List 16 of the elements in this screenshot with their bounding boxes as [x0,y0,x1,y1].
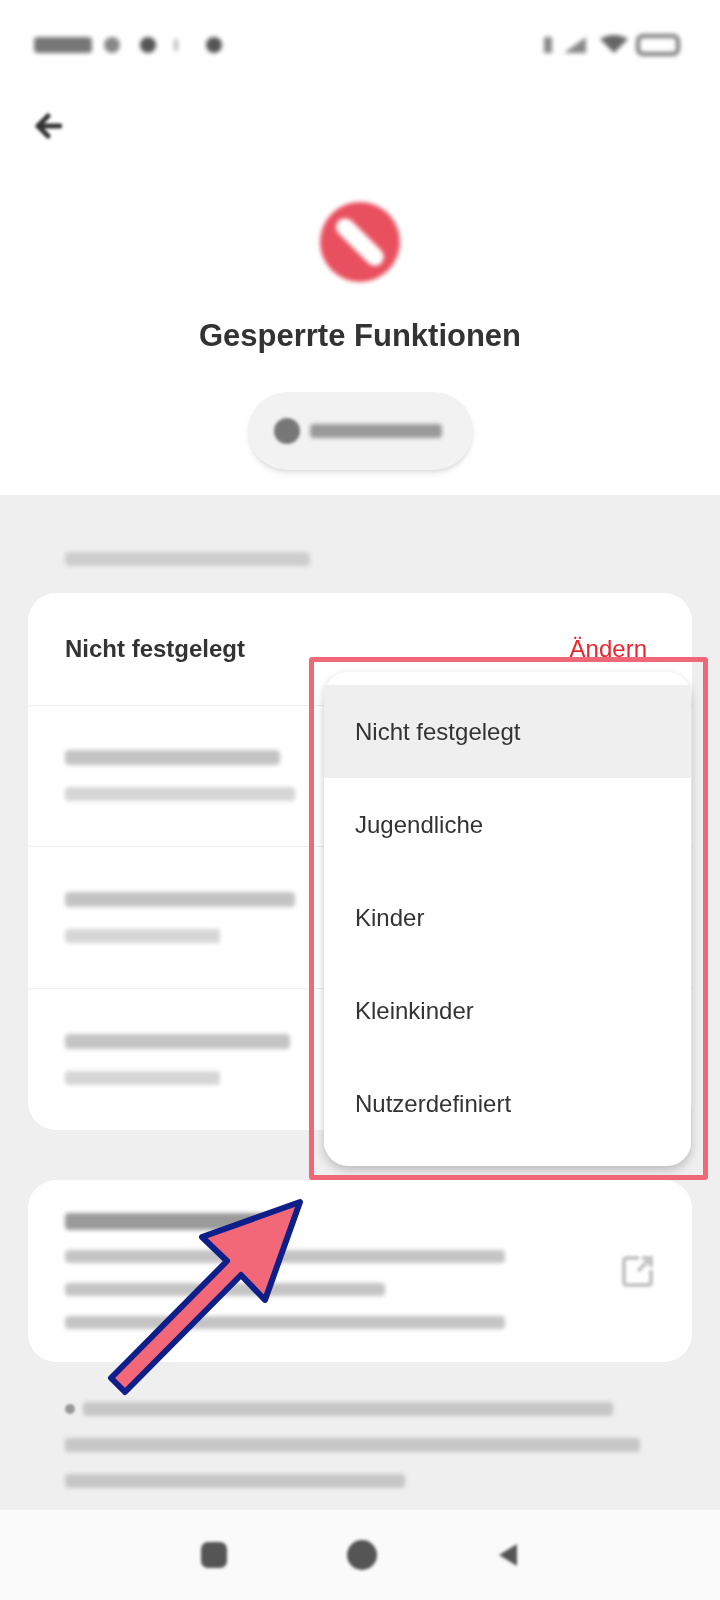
back-icon[interactable] [34,112,62,140]
home-icon[interactable] [347,1540,377,1570]
recent-apps-icon[interactable] [201,1542,227,1568]
menu-item[interactable]: Nicht festgelegt [324,685,691,778]
menu-item[interactable]: Kleinkinder [324,964,691,1057]
category-value: Nicht festgelegt [65,633,246,664]
page-title: Gesperrte Funktionen [198,317,522,355]
circle-icon [273,418,300,444]
menu-item[interactable]: Nutzerdefiniert [324,1057,691,1150]
menu-item[interactable]: Jugendliche [324,778,691,871]
prohibited-icon [320,202,400,282]
dot-icon [65,1404,75,1414]
menu-item[interactable]: Kinder [324,871,691,964]
change-link[interactable]: Ändern [569,630,647,667]
pill-button[interactable] [247,392,473,470]
back-nav-icon[interactable] [497,1543,519,1567]
